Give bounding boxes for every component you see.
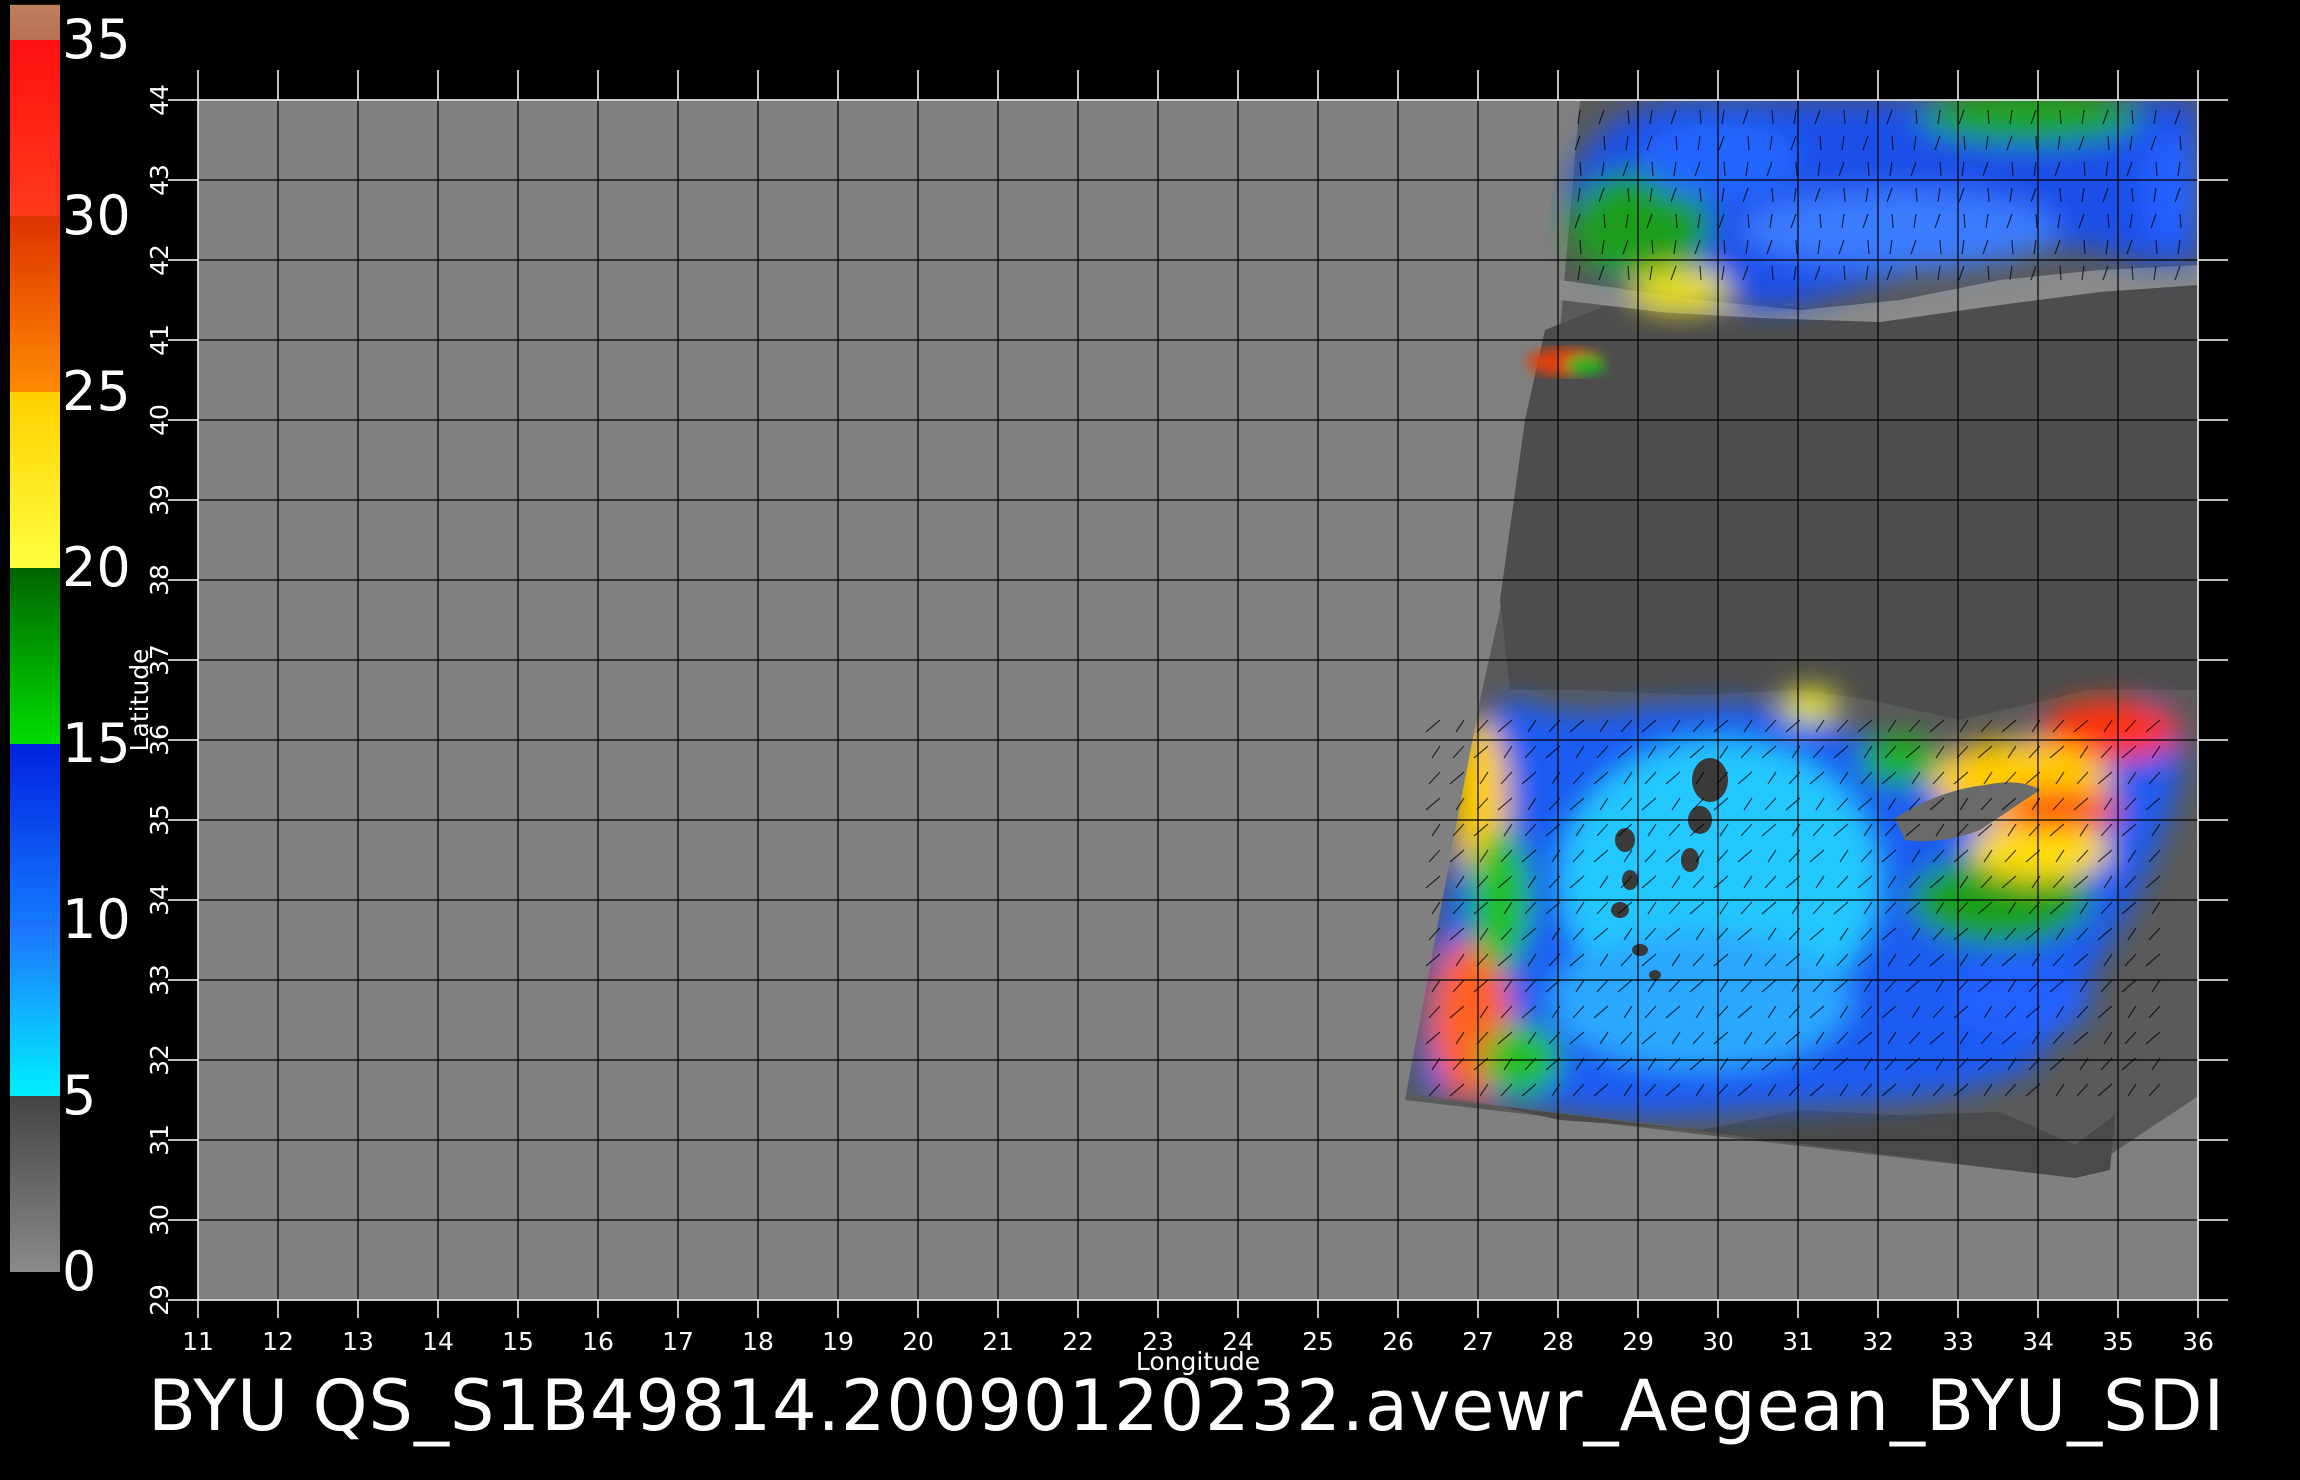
colorbar-segment xyxy=(10,744,60,920)
longitude-tick-label: 31 xyxy=(1782,1327,1814,1356)
longitude-tick-label: 20 xyxy=(902,1327,934,1356)
latitude-tick-label: 33 xyxy=(145,964,174,996)
longitude-tick-label: 28 xyxy=(1542,1327,1574,1356)
colorbar-label: 35 xyxy=(62,8,131,71)
colorbar-segment xyxy=(10,920,60,1096)
longitude-tick-label: 14 xyxy=(422,1327,454,1356)
longitude-tick-label: 30 xyxy=(1702,1327,1734,1356)
latitude-tick-label: 42 xyxy=(145,244,174,276)
latitude-tick-label: 30 xyxy=(145,1204,174,1236)
longitude-tick-label: 11 xyxy=(182,1327,214,1356)
latitude-tick-label: 40 xyxy=(145,404,174,436)
latitude-tick-label: 39 xyxy=(145,484,174,516)
colorbar-label: 25 xyxy=(62,360,131,423)
longitude-tick-label: 35 xyxy=(2102,1327,2134,1356)
longitude-tick-label: 13 xyxy=(342,1327,374,1356)
colorbar-segment xyxy=(10,1096,60,1272)
colorbar xyxy=(10,4,60,1272)
colorbar-segment xyxy=(10,216,60,392)
colorbar-segment xyxy=(10,4,60,41)
latitude-tick-label: 34 xyxy=(145,884,174,916)
wind-map-figure: 0 5 10 15 20 25 30 35 11 12 13 14 15 16 17 18 1… xyxy=(10,4,2228,1376)
longitude-tick-label: 25 xyxy=(1302,1327,1334,1356)
latitude-tick-label: 38 xyxy=(145,564,174,596)
colorbar-label: 20 xyxy=(62,536,131,599)
colorbar-segment xyxy=(10,392,60,568)
colorbar-segment xyxy=(10,568,60,744)
colorbar-label: 10 xyxy=(62,888,131,951)
longitude-tick-label: 18 xyxy=(742,1327,774,1356)
latitude-tick-label: 29 xyxy=(145,1284,174,1316)
latitude-tick-label: 35 xyxy=(145,804,174,836)
longitude-tick-label: 22 xyxy=(1062,1327,1094,1356)
colorbar-label: 30 xyxy=(62,184,131,247)
colorbar-segment xyxy=(10,40,60,216)
latitude-tick-label: 41 xyxy=(145,324,174,356)
colorbar-labels: 0 5 10 15 20 25 30 35 xyxy=(62,8,131,1303)
longitude-tick-label: 33 xyxy=(1942,1327,1974,1356)
longitude-tick-label: 32 xyxy=(1862,1327,1894,1356)
colorbar-label: 15 xyxy=(62,712,131,775)
longitude-tick-label: 26 xyxy=(1382,1327,1414,1356)
footer-filename: BYU QS_S1B49814.20090120232.avewr_Aegean… xyxy=(148,1365,2226,1447)
longitude-tick-label: 27 xyxy=(1462,1327,1494,1356)
longitude-tick-label: 21 xyxy=(982,1327,1014,1356)
latitude-tick-label: 31 xyxy=(145,1124,174,1156)
longitude-tick-label: 19 xyxy=(822,1327,854,1356)
longitude-tick-label: 29 xyxy=(1622,1327,1654,1356)
longitude-tick-label: 12 xyxy=(262,1327,294,1356)
colorbar-label: 0 xyxy=(62,1240,96,1303)
latitude-tick-label: 44 xyxy=(145,84,174,116)
longitude-tick-label: 17 xyxy=(662,1327,694,1356)
colorbar-label: 5 xyxy=(62,1064,96,1127)
y-axis-title: Latitude xyxy=(125,649,154,752)
latitude-tick-label: 43 xyxy=(145,164,174,196)
longitude-tick-label: 16 xyxy=(582,1327,614,1356)
latitude-tick-label: 32 xyxy=(145,1044,174,1076)
longitude-tick-label: 34 xyxy=(2022,1327,2054,1356)
longitude-tick-label: 36 xyxy=(2182,1327,2214,1356)
longitude-tick-label: 15 xyxy=(502,1327,534,1356)
